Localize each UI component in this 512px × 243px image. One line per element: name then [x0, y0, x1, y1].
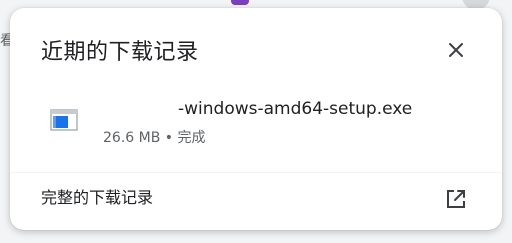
file-name[interactable]: -windows-amd64-setup.exe: [98, 97, 412, 121]
full-history-row[interactable]: 完整的下载记录: [10, 173, 502, 227]
file-name-suffix: -windows-amd64-setup.exe: [178, 99, 413, 119]
file-size: 26.6 MB: [103, 130, 161, 146]
download-item[interactable]: -windows-amd64-setup.exe 26.6 MB • 完成: [10, 88, 502, 160]
close-button[interactable]: [441, 35, 471, 65]
file-meta: 26.6 MB • 完成: [103, 128, 205, 148]
open-in-new-icon: [447, 190, 465, 208]
panel-title: 近期的下载记录: [41, 40, 199, 65]
open-in-new-button[interactable]: [441, 184, 471, 214]
close-icon: [449, 43, 463, 57]
downloads-panel: 近期的下载记录 -windows-amd64-setup.exe 26.6 MB…: [10, 8, 502, 230]
download-status: 完成: [177, 130, 206, 146]
exe-file-icon: [50, 109, 78, 131]
full-history-link[interactable]: 完整的下载记录: [41, 187, 153, 209]
redacted-name-prefix: [98, 99, 178, 117]
meta-separator: •: [164, 130, 174, 146]
background-tab-accent: [231, 0, 249, 5]
